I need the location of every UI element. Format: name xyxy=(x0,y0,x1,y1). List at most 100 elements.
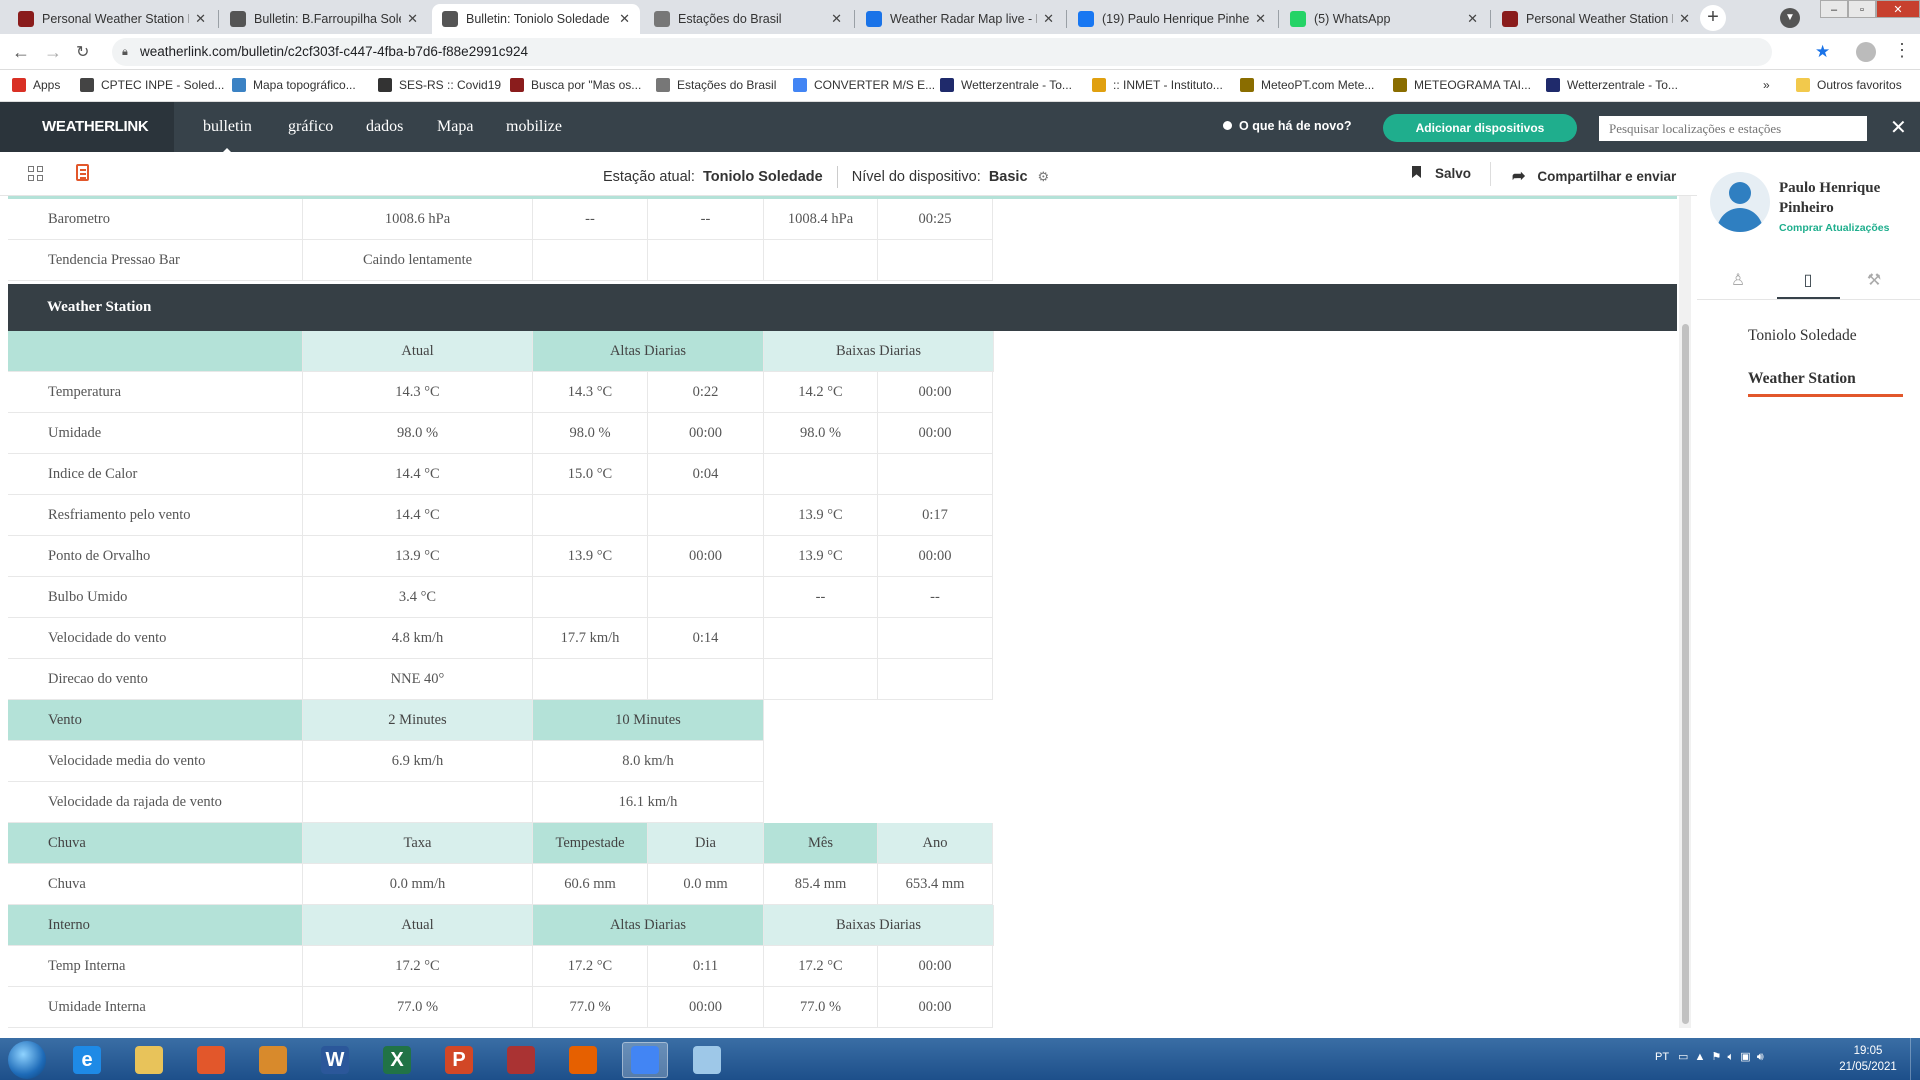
bookmark-item[interactable]: Busca por "Mas os... xyxy=(510,78,641,92)
bookmark-item[interactable]: Outros favoritos xyxy=(1796,78,1902,92)
close-window-button[interactable]: ✕ xyxy=(1876,0,1920,18)
taskbar-app-icon[interactable] xyxy=(188,1042,234,1078)
tab-close-icon[interactable]: ✕ xyxy=(195,11,206,27)
scrollbar-thumb[interactable] xyxy=(1682,324,1689,1024)
browser-tab[interactable]: (5) WhatsApp ✕ xyxy=(1280,4,1488,34)
bookmark-item[interactable]: Wetterzentrale - To... xyxy=(940,78,1072,92)
avatar[interactable] xyxy=(1710,172,1770,232)
browser-tab[interactable]: Bulletin: B.Farroupilha Sole ✕ xyxy=(220,4,428,34)
gear-icon[interactable]: ⚙ xyxy=(1038,169,1050,185)
taskbar-app-icon[interactable]: e xyxy=(64,1042,110,1078)
bookmark-item[interactable]: Apps xyxy=(12,78,60,92)
taskbar-app-icon[interactable] xyxy=(498,1042,544,1078)
minimize-button[interactable]: – xyxy=(1820,0,1848,18)
tab-separator xyxy=(218,10,219,28)
bulletin-content[interactable]: Barometro 1008.6 hPa -- -- 1008.4 hPa 00:25 Te… xyxy=(8,196,1677,1028)
add-devices-button[interactable]: Adicionar dispositivos xyxy=(1383,114,1577,142)
app-glyph xyxy=(259,1046,287,1074)
table-cell: Temp Interna xyxy=(8,946,303,987)
taskbar-app-icon[interactable] xyxy=(622,1042,668,1078)
wrench-icon[interactable]: ⚒ xyxy=(1863,270,1885,292)
weatherlink-navbar: WEATHERLINK bulletin gráfico dados Mapa … xyxy=(0,102,1920,154)
nav-mobilize[interactable]: mobilize xyxy=(506,118,562,136)
bookmark-item[interactable]: CPTEC INPE - Soled... xyxy=(80,78,224,92)
browser-tab[interactable]: Estações do Brasil ✕ xyxy=(644,4,852,34)
show-desktop-button[interactable] xyxy=(1910,1038,1920,1080)
share-button[interactable]: ➦ Compartilhar e enviar xyxy=(1512,166,1676,186)
tab-close-icon[interactable]: ✕ xyxy=(619,11,630,27)
taskbar-app-icon[interactable]: W xyxy=(312,1042,358,1078)
reload-icon[interactable]: ↻ xyxy=(76,42,89,62)
language-indicator[interactable]: PT xyxy=(1655,1051,1669,1063)
tab-favicon-icon xyxy=(1502,11,1518,27)
bookmark-item[interactable]: METEOGRAMA TAI... xyxy=(1393,78,1531,92)
maximize-button[interactable]: ▫ xyxy=(1848,0,1876,18)
share-label: Compartilhar e enviar xyxy=(1537,169,1677,184)
taskbar-app-icon[interactable] xyxy=(250,1042,296,1078)
nav-mapa[interactable]: Mapa xyxy=(437,118,473,136)
forward-icon[interactable]: → xyxy=(44,42,62,63)
person-icon[interactable]: ♙ xyxy=(1727,270,1749,292)
nav-dados[interactable]: dados xyxy=(366,118,403,136)
taskbar-app-icon[interactable]: X xyxy=(374,1042,420,1078)
browser-menu-icon[interactable]: ⋮ xyxy=(1893,40,1911,61)
browser-tab[interactable]: Personal Weather Station D ✕ xyxy=(8,4,216,34)
nav-bulletin[interactable]: bulletin xyxy=(203,118,252,154)
tab-close-icon[interactable]: ✕ xyxy=(1043,11,1054,27)
taskbar-app-icon[interactable]: P xyxy=(436,1042,482,1078)
bookmark-item[interactable]: Mapa topográfico... xyxy=(232,78,356,92)
saved-button[interactable]: Salvo xyxy=(1412,166,1471,181)
device-icon[interactable]: ▯ xyxy=(1797,270,1819,292)
taskbar-app-icon[interactable] xyxy=(684,1042,730,1078)
account-icon[interactable] xyxy=(1856,42,1876,62)
taskbar-app-icon[interactable] xyxy=(560,1042,606,1078)
table-cell: 14.2 °C xyxy=(764,372,878,413)
bookmark-item[interactable]: » xyxy=(1763,78,1770,92)
tab-close-icon[interactable]: ✕ xyxy=(407,11,418,27)
new-tab-button[interactable]: + xyxy=(1700,5,1726,31)
bookmark-item[interactable]: Wetterzentrale - To... xyxy=(1546,78,1678,92)
tab-close-icon[interactable]: ✕ xyxy=(1467,11,1478,27)
tab-title: Personal Weather Station D xyxy=(42,12,190,26)
tab-favicon-icon xyxy=(1078,11,1094,27)
bookmark-item[interactable]: SES-RS :: Covid19 xyxy=(378,78,501,92)
sidebar-device[interactable]: Weather Station xyxy=(1748,370,1903,397)
browser-tab[interactable]: Weather Radar Map live - R ✕ xyxy=(856,4,1064,34)
bookmark-item[interactable]: :: INMET - Instituto... xyxy=(1092,78,1223,92)
bookmark-item[interactable]: CONVERTER M/S E... xyxy=(793,78,935,92)
taskbar-app-icon[interactable] xyxy=(126,1042,172,1078)
sidebar-station[interactable]: Toniolo Soledade xyxy=(1748,327,1857,345)
start-button[interactable] xyxy=(8,1041,46,1079)
tab-close-icon[interactable]: ✕ xyxy=(1255,11,1266,27)
grid-view-icon[interactable] xyxy=(28,166,44,182)
browser-tab[interactable]: Bulletin: Toniolo Soledade ✕ xyxy=(432,4,640,34)
tab-favicon-icon xyxy=(866,11,882,27)
browser-profile-icon[interactable]: ▼ xyxy=(1780,8,1800,28)
search-input[interactable] xyxy=(1599,116,1867,141)
bookmark-item[interactable]: Estações do Brasil xyxy=(656,78,776,92)
tab-close-icon[interactable]: ✕ xyxy=(831,11,842,27)
nav-grafico[interactable]: gráfico xyxy=(288,118,333,136)
clock[interactable]: 19:05 21/05/2021 xyxy=(1838,1043,1898,1075)
table-cell xyxy=(648,577,764,618)
tray-icons[interactable]: ▭ ▲ ⚑ 🔈︎ ▣ 🔊︎ xyxy=(1672,1051,1764,1063)
close-icon[interactable]: ✕ xyxy=(1890,115,1907,140)
whats-new-link[interactable]: O que há de novo? xyxy=(1223,119,1352,133)
browser-tab[interactable]: (19) Paulo Henrique Pinheir ✕ xyxy=(1068,4,1276,34)
url-field[interactable]: 🔒︎ weatherlink.com/bulletin/c2cf303f-c447… xyxy=(112,38,1772,66)
back-icon[interactable]: ← xyxy=(12,42,30,63)
scrollbar[interactable] xyxy=(1679,196,1691,1028)
table-cell: 77.0 % xyxy=(303,987,533,1028)
bookmark-star-icon[interactable]: ★ xyxy=(1815,42,1830,62)
bulletin-view-icon[interactable] xyxy=(76,164,89,181)
table-cell: 6.9 km/h xyxy=(303,741,533,782)
bookmark-favicon-icon xyxy=(510,78,524,92)
upgrade-link[interactable]: Comprar Atualizações xyxy=(1779,222,1889,234)
weatherlink-logo[interactable]: WEATHERLINK xyxy=(0,102,174,152)
tab-close-icon[interactable]: ✕ xyxy=(1679,11,1690,27)
browser-tab[interactable]: Personal Weather Station D ✕ xyxy=(1492,4,1700,34)
table-cell: 0.0 mm/h xyxy=(303,864,533,905)
bookmark-item[interactable]: MeteoPT.com Mete... xyxy=(1240,78,1374,92)
table-header-cell: Interno xyxy=(8,905,303,946)
table-header-cell: Vento xyxy=(8,700,303,741)
